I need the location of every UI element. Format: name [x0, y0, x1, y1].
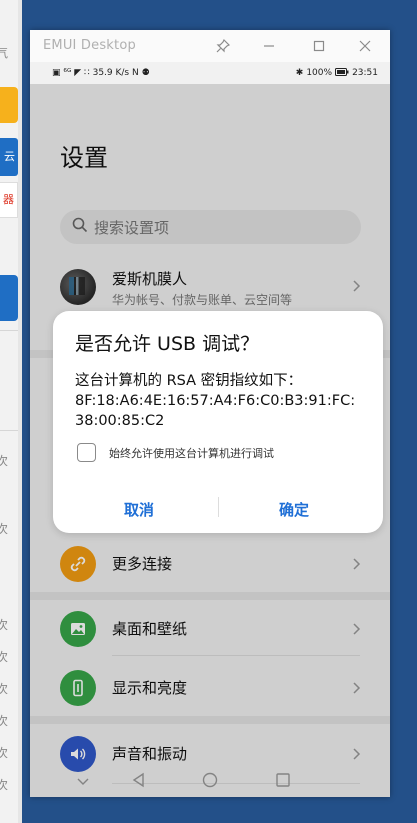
bg-text: 云 [4, 150, 15, 163]
bg-text: 次 [0, 650, 9, 664]
usb-debug-dialog: 是否允许 USB 调试？ 这台计算机的 RSA 密钥指纹如下： 8F:18:A6… [53, 311, 383, 533]
rsa-fingerprint-line: 8F:18:A6:4E:16:57:A4:F6:C0:B3:91:FC: [75, 393, 356, 409]
battery-icon [335, 67, 349, 79]
bg-text: 次 [0, 522, 9, 536]
bg-blue-button[interactable]: 云 [0, 138, 18, 176]
always-allow-checkbox-row[interactable]: 始终允许使用这台计算机进行调试 [77, 443, 274, 462]
status-bar: ▣ ⁶ᴳ ◤ ∷ 35.9 K/s N ⚉ ✱ 100% 23:51 [30, 62, 390, 84]
status-right: ✱ 100% 23:51 [295, 67, 378, 79]
bg-text: 气 [0, 46, 9, 60]
pin-icon[interactable] [211, 34, 235, 58]
battery-percent: 100% [306, 68, 333, 78]
bg-text: 次 [0, 746, 9, 760]
clock: 23:51 [352, 68, 378, 78]
dialog-body-line: 这台计算机的 RSA 密钥指纹如下： [75, 373, 303, 389]
bg-text: 次 [0, 454, 9, 468]
bg-text: 次 [0, 778, 9, 792]
close-icon[interactable] [353, 34, 377, 58]
bg-red-label: 器 [0, 182, 18, 218]
always-allow-checkbox[interactable] [77, 443, 96, 462]
dialog-title: 是否允许 USB 调试？ [75, 333, 260, 355]
always-allow-label: 始终允许使用这台计算机进行调试 [109, 446, 274, 460]
bluetooth-icon: ✱ [295, 68, 304, 78]
bg-text: 器 [3, 193, 14, 206]
maximize-icon[interactable] [307, 34, 331, 58]
bg-text: 次 [0, 714, 9, 728]
bg-scrollbar[interactable] [18, 0, 22, 823]
minimize-icon[interactable] [257, 34, 281, 58]
status-left-icons: ▣ ⁶ᴳ ◤ ∷ 35.9 K/s N ⚉ [52, 68, 150, 78]
window-title: EMUI Desktop [43, 38, 136, 53]
button-separator [218, 497, 219, 517]
rsa-fingerprint-line: 38:00:85:C2 [75, 413, 165, 429]
dialog-body: 这台计算机的 RSA 密钥指纹如下： 8F:18:A6:4E:16:57:A4:… [75, 371, 365, 431]
bg-yellow-button[interactable] [0, 87, 18, 123]
window-titlebar[interactable]: EMUI Desktop [30, 30, 390, 62]
cancel-button[interactable]: 取消 [124, 499, 154, 520]
bg-text: 次 [0, 682, 9, 696]
bg-blue-button-2[interactable] [0, 275, 18, 321]
background-app: 气 云 器 次 次 次 次 次 次 次 次 [0, 0, 22, 823]
confirm-button[interactable]: 确定 [279, 499, 309, 520]
bg-text: 次 [0, 618, 9, 632]
